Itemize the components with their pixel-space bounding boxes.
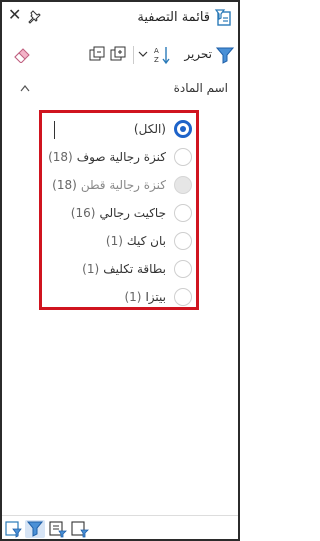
svg-text:Z: Z — [154, 56, 159, 64]
list-item[interactable]: جاكيت رجالي (16) — [71, 203, 192, 223]
list-item[interactable]: كنزة رجالية قطن (18) — [52, 175, 192, 195]
item-count: (1) — [105, 234, 123, 248]
item-count: (1) — [82, 262, 100, 276]
expand-all-icon[interactable] — [110, 46, 126, 62]
list-item-all[interactable]: (الكل) — [134, 119, 192, 139]
filter-list-icon — [214, 9, 231, 26]
filter-icon[interactable] — [216, 46, 234, 64]
bottom-divider — [2, 515, 238, 516]
field-title: اسم المادة — [173, 81, 228, 95]
text-cursor — [54, 121, 55, 139]
pane-header: قائمة التصفية ✕ — [2, 2, 238, 38]
list-item[interactable]: بطاقة تكليف (1) — [82, 259, 192, 279]
toolbar-divider — [133, 46, 134, 64]
list-item[interactable]: كنزة رجالية صوف (18) — [48, 147, 192, 167]
svg-text:A: A — [154, 47, 159, 55]
item-label: جاكيت رجالي — [99, 206, 166, 220]
item-count: (18) — [48, 150, 73, 164]
report-filter-icon[interactable] — [70, 520, 90, 538]
item-count: (1) — [124, 290, 142, 304]
item-label: بطاقة تكليف — [103, 262, 166, 276]
item-label: بان كيك — [126, 234, 166, 248]
radio[interactable] — [174, 232, 192, 250]
radio[interactable] — [174, 148, 192, 166]
chevron-up-icon[interactable] — [20, 84, 30, 92]
page-filter-icon[interactable] — [4, 520, 24, 538]
pane-title: قائمة التصفية — [137, 10, 210, 25]
item-label: كنزة رجالية قطن — [80, 178, 166, 192]
collapse-all-icon[interactable] — [89, 46, 105, 62]
item-label: بيتزا — [145, 290, 166, 304]
toolbar: تحرير A Z — [2, 40, 238, 70]
item-count: (18) — [52, 178, 77, 192]
item-count: (16) — [70, 206, 96, 220]
radio[interactable] — [174, 260, 192, 278]
chevron-down-icon[interactable] — [138, 47, 148, 61]
list-item[interactable]: بيتزا (1) — [124, 287, 192, 307]
item-label: (الكل) — [133, 122, 166, 136]
visual-filter-icon[interactable] — [25, 520, 45, 538]
sort-az-icon[interactable]: A Z — [153, 45, 171, 65]
pin-icon[interactable] — [28, 10, 42, 24]
radio-selected[interactable] — [174, 120, 192, 138]
radio[interactable] — [174, 204, 192, 222]
radio[interactable] — [174, 288, 192, 306]
list-filter-icon[interactable] — [48, 520, 68, 538]
list-item[interactable]: بان كيك (1) — [106, 231, 192, 251]
close-icon[interactable]: ✕ — [8, 7, 21, 23]
filter-values-list: (الكل) كنزة رجالية صوف (18) كنزة رجالية … — [39, 110, 199, 310]
eraser-icon[interactable] — [12, 45, 32, 63]
edit-button[interactable]: تحرير — [184, 47, 212, 61]
radio-disabled — [174, 176, 192, 194]
item-label: كنزة رجالية صوف — [76, 150, 166, 164]
